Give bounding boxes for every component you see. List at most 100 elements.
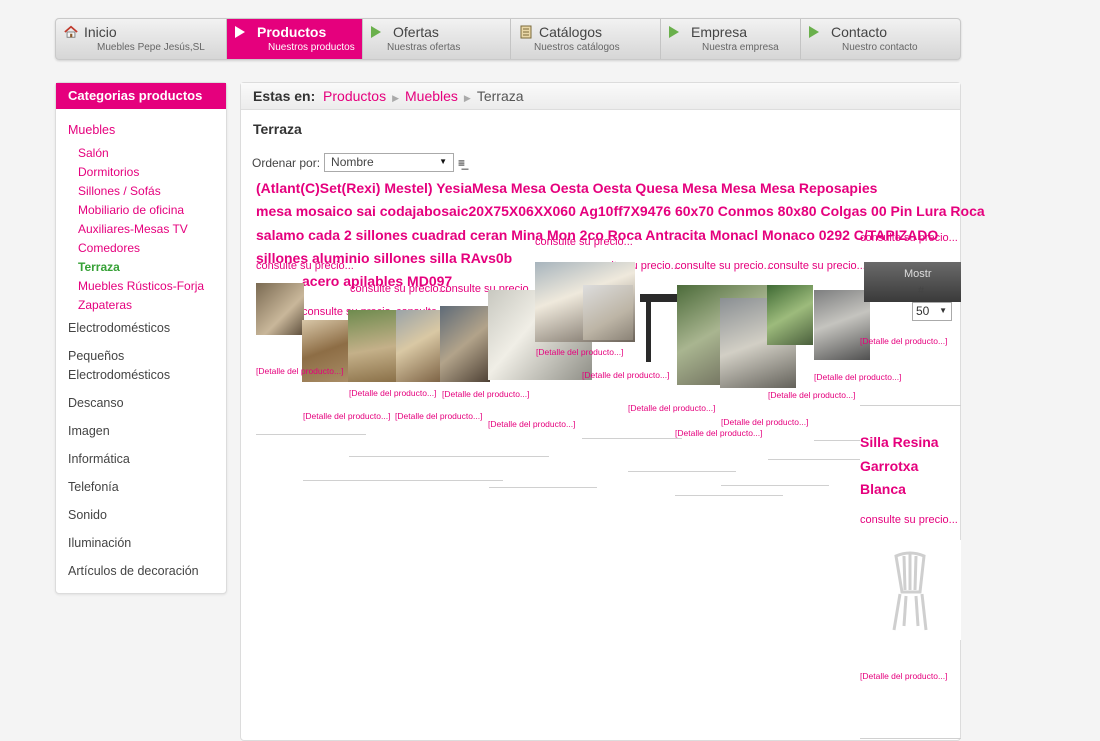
product-detail-link[interactable]: [Detalle del producto...] [303, 411, 390, 421]
product-price: consulte su precio... [768, 260, 866, 272]
divider [814, 440, 860, 441]
product-detail-link[interactable]: [Detalle del producto...] [536, 347, 623, 357]
nav-contacto-sub: Nuestro contacto [842, 42, 918, 53]
nav-ofertas[interactable]: Ofertas Nuestras ofertas [363, 19, 511, 59]
divider [582, 438, 682, 439]
product-detail-link[interactable]: [Detalle del producto...] [860, 671, 947, 681]
nav-catalogos-label: Catálogos [539, 24, 603, 40]
product-price: consulte su precio... [675, 260, 773, 272]
top-navigation: Inicio Muebles Pepe Jesús,SL Productos N… [55, 18, 961, 60]
sidebar-sub-sillones[interactable]: Sillones / Sofás [78, 182, 214, 201]
product-image[interactable] [583, 285, 633, 340]
catalog-icon [519, 25, 533, 39]
product-detail-link[interactable]: [Detalle del producto...] [349, 388, 436, 398]
breadcrumb-current: Terraza [476, 88, 524, 104]
page-title: Terraza [253, 121, 302, 137]
arrow-right-icon [809, 26, 819, 38]
sidebar-item-electrodomesticos[interactable]: Electrodomésticos [68, 319, 214, 338]
sidebar-item-decoracion[interactable]: Artículos de decoración [68, 562, 214, 581]
nav-catalogos-sub: Nuestros catálogos [534, 42, 620, 53]
breadcrumb-separator-icon: ▶ [392, 93, 399, 103]
breadcrumb-muebles[interactable]: Muebles [405, 88, 458, 104]
divider [349, 456, 549, 457]
product-detail-link[interactable]: [Detalle del producto...] [860, 336, 947, 346]
divider [256, 434, 366, 435]
product-image[interactable] [256, 283, 304, 335]
product-image-chair[interactable] [860, 540, 961, 640]
product-image[interactable] [396, 310, 442, 382]
sidebar-item-iluminacion[interactable]: Iluminación [68, 534, 214, 553]
divider [860, 738, 961, 739]
product-detail-link[interactable]: [Detalle del producto...] [442, 389, 529, 399]
breadcrumb: Estas en: Productos ▶ Muebles ▶ Terraza [241, 83, 960, 110]
per-page-control: Mostr # 50 [864, 262, 961, 324]
product-names-row-2[interactable]: mesa mosaico sai codajabosaic20X75X06XX0… [256, 200, 985, 223]
sidebar-item-informatica[interactable]: Informática [68, 450, 214, 469]
home-icon [64, 25, 78, 39]
sidebar-item-muebles[interactable]: Muebles [68, 123, 214, 137]
product-image[interactable] [348, 310, 396, 382]
product-image[interactable] [440, 306, 490, 382]
product-price: consulte su precio... [256, 260, 354, 272]
divider [675, 495, 783, 496]
nav-contacto[interactable]: Contacto Nuestro contacto [801, 19, 960, 59]
sidebar-sub-zapateras[interactable]: Zapateras [78, 296, 214, 315]
divider [628, 471, 736, 472]
nav-empresa[interactable]: Empresa Nuestra empresa [661, 19, 801, 59]
nav-productos[interactable]: Productos Nuestros productos [227, 19, 363, 59]
per-page-hash: # [918, 285, 925, 297]
sidebar-sub-oficina[interactable]: Mobiliario de oficina [78, 201, 214, 220]
product-image[interactable] [767, 285, 813, 345]
sort-select[interactable]: Nombre [324, 153, 455, 172]
breadcrumb-productos[interactable]: Productos [323, 88, 386, 104]
nav-ofertas-label: Ofertas [393, 24, 439, 40]
per-page-heading: Mostr [904, 268, 932, 280]
category-sidebar: Categorias productos Muebles Salón Dormi… [55, 82, 227, 594]
product-detail-link[interactable]: [Detalle del producto...] [721, 417, 808, 427]
divider [303, 480, 503, 481]
sidebar-item-descanso[interactable]: Descanso [68, 394, 214, 413]
product-price: consulte su precio... [860, 232, 958, 244]
product-price: consulte su precio... [860, 514, 958, 526]
sidebar-sub-comedores[interactable]: Comedores [78, 239, 214, 258]
sidebar-sub-rusticos[interactable]: Muebles Rústicos-Forja [78, 277, 214, 296]
product-detail-link[interactable]: [Detalle del producto...] [628, 403, 715, 413]
nav-empresa-label: Empresa [691, 24, 748, 40]
nav-ofertas-sub: Nuestras ofertas [387, 42, 461, 53]
product-name-silla-resina-3[interactable]: Blanca [860, 478, 906, 501]
product-detail-link[interactable]: [Detalle del producto...] [675, 428, 762, 438]
arrow-right-icon [669, 26, 679, 38]
product-detail-link[interactable]: [Detalle del producto...] [814, 372, 901, 382]
product-detail-link[interactable]: [Detalle del producto...] [768, 390, 855, 400]
product-detail-link[interactable]: [Detalle del producto...] [488, 419, 575, 429]
divider [721, 485, 829, 486]
sidebar-title: Categorias productos [56, 83, 226, 109]
product-names-row-1[interactable]: (Atlant(C)Set(Rexi) Mestel) YesiaMesa Me… [256, 177, 877, 200]
sidebar-sub-salon[interactable]: Salón [78, 144, 214, 163]
sidebar-sub-dormitorios[interactable]: Dormitorios [78, 163, 214, 182]
divider [768, 459, 860, 460]
nav-catalogos[interactable]: Catálogos Nuestros catálogos [511, 19, 661, 59]
product-name-silla-resina-2[interactable]: Garrotxa [860, 455, 918, 478]
per-page-select[interactable]: 50 [912, 302, 952, 321]
sidebar-item-imagen[interactable]: Imagen [68, 422, 214, 441]
nav-productos-label: Productos [257, 24, 327, 40]
sidebar-item-pequenos[interactable]: Pequeños Electrodomésticos [68, 347, 188, 385]
nav-empresa-sub: Nuestra empresa [702, 42, 779, 53]
sidebar-sub-terraza[interactable]: Terraza [78, 258, 214, 277]
nav-contacto-label: Contacto [831, 24, 888, 40]
nav-inicio-label: Inicio [84, 24, 117, 40]
breadcrumb-label: Estas en: [253, 88, 316, 104]
product-detail-link[interactable]: [Detalle del producto...] [582, 370, 669, 380]
sidebar-item-sonido[interactable]: Sonido [68, 506, 214, 525]
sort-direction-icon[interactable]: ≡̲ [458, 156, 465, 170]
breadcrumb-separator-icon: ▶ [463, 93, 471, 103]
sidebar-sub-auxiliares[interactable]: Auxiliares-Mesas TV [78, 220, 214, 239]
product-image[interactable] [814, 290, 870, 360]
product-detail-link[interactable]: [Detalle del producto...] [395, 411, 482, 421]
product-price: consulte su precio... [535, 236, 633, 248]
sidebar-item-telefonia[interactable]: Telefonía [68, 478, 214, 497]
nav-inicio[interactable]: Inicio Muebles Pepe Jesús,SL [56, 19, 227, 59]
product-name-silla-resina[interactable]: Silla Resina [860, 431, 939, 454]
product-detail-link[interactable]: [Detalle del producto...] [256, 366, 343, 376]
